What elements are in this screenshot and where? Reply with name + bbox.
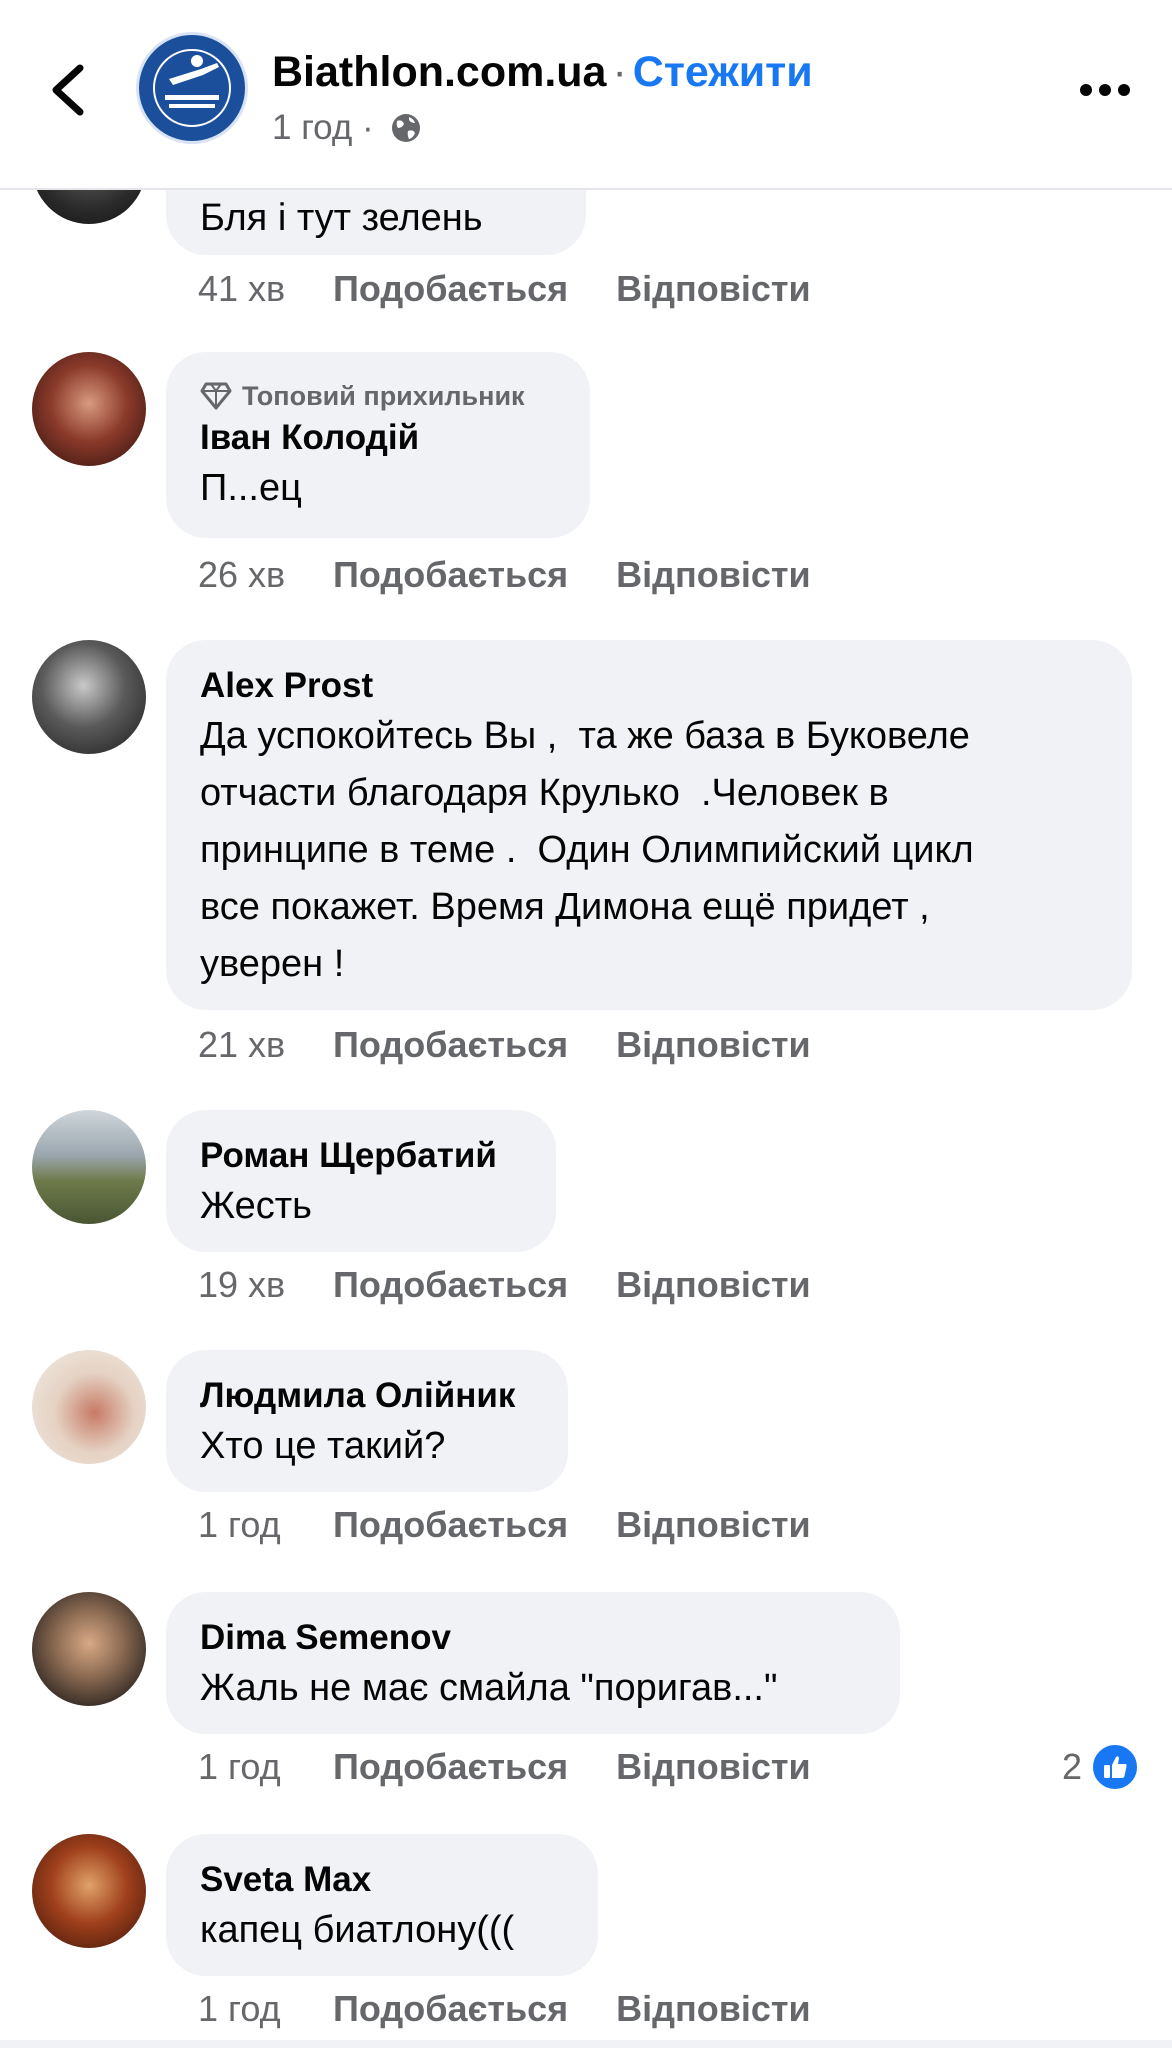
comment-bubble: Людмила Олійник Хто це такий? <box>166 1350 568 1492</box>
comment-text: П...ец <box>200 467 302 509</box>
bottom-divider <box>0 2040 1172 2048</box>
meta-separator: · <box>362 108 374 147</box>
comment-time[interactable]: 1 год <box>198 1746 333 1788</box>
reply-button[interactable]: Відповісти <box>616 1746 811 1788</box>
back-button[interactable] <box>44 62 94 118</box>
comment-actions: 1 год Подобається Відповісти <box>198 1988 859 2032</box>
comment-time[interactable]: 21 хв <box>198 1024 333 1066</box>
comment-text: капец биатлону((( <box>200 1909 515 1951</box>
more-dots-icon <box>1080 84 1130 96</box>
reaction-count: 2 <box>1061 1746 1082 1787</box>
globe-icon <box>389 111 423 154</box>
comment-actions: 1 год Подобається Відповісти <box>198 1504 859 1548</box>
like-button[interactable]: Подобається <box>333 1264 568 1306</box>
post-meta: 1 год · <box>272 108 423 154</box>
like-button[interactable]: Подобається <box>333 1988 568 2030</box>
comment-time[interactable]: 19 хв <box>198 1264 333 1306</box>
comment-author[interactable]: Людмила Олійник <box>200 1374 534 1418</box>
page-title[interactable]: Biathlon.com.ua <box>272 48 606 96</box>
avatar[interactable] <box>32 640 146 754</box>
ukrainian-biathlon-logo <box>147 43 237 133</box>
comment-time[interactable]: 26 хв <box>198 554 333 596</box>
comment-author[interactable]: Sveta Max <box>200 1858 564 1902</box>
like-button[interactable]: Подобається <box>333 1504 568 1546</box>
avatar[interactable] <box>32 1110 146 1224</box>
comment-author[interactable]: Іван Колодій <box>200 416 556 460</box>
reply-button[interactable]: Відповісти <box>616 1024 811 1066</box>
reply-button[interactable]: Відповісти <box>616 1264 811 1306</box>
comment-actions: 21 хв Подобається Відповісти <box>198 1024 859 1068</box>
comment-bubble: Dima Semenov Жаль не має смайла "поригав… <box>166 1592 900 1734</box>
follow-button[interactable]: Стежити <box>633 48 813 96</box>
more-options-button[interactable] <box>1078 78 1132 102</box>
comment-bubble: Alex Prost Да успокойтесь Вы , та же баз… <box>166 640 1132 1010</box>
comment-text: Жесть <box>200 1185 312 1227</box>
reply-button[interactable]: Відповісти <box>616 554 811 596</box>
avatar[interactable] <box>32 352 146 466</box>
comment-actions: 26 хв Подобається Відповісти <box>198 554 859 598</box>
top-fan-badge: Топовий прихильник <box>200 376 556 416</box>
diamond-icon <box>200 382 232 410</box>
thumbs-up-icon <box>1090 1742 1140 1792</box>
reply-button[interactable]: Відповісти <box>616 1988 811 2030</box>
comment-author[interactable]: Alex Prost <box>200 664 1098 708</box>
comment-author[interactable]: Роман Щербатий <box>200 1134 522 1178</box>
page-title-row: Biathlon.com.ua · Стежити <box>272 48 813 104</box>
comment-bubble: Sveta Max капец биатлону((( <box>166 1834 598 1976</box>
title-separator: · <box>612 48 627 96</box>
like-button[interactable]: Подобається <box>333 268 568 310</box>
comment-actions: 1 год Подобається Відповісти <box>198 1746 859 1790</box>
chevron-left-icon <box>52 64 84 116</box>
comment-time[interactable]: 1 год <box>198 1504 333 1546</box>
comment-actions: 41 хв Подобається Відповісти <box>198 268 859 312</box>
avatar[interactable] <box>32 1350 146 1464</box>
comment-bubble: Топовий прихильник Іван Колодій П...ец <box>166 352 590 538</box>
comment-actions: 19 хв Подобається Відповісти <box>198 1264 859 1308</box>
comment-text: Жаль не має смайла "поригав..." <box>200 1667 778 1709</box>
avatar[interactable] <box>32 1592 146 1706</box>
reply-button[interactable]: Відповісти <box>616 1504 811 1546</box>
page-logo[interactable] <box>136 32 248 144</box>
comment-author[interactable]: Dima Semenov <box>200 1616 866 1660</box>
comment-time[interactable]: 41 хв <box>198 268 333 310</box>
badge-label: Топовий прихильник <box>242 380 525 411</box>
reaction-summary[interactable]: 2 <box>1062 1742 1140 1792</box>
comment-text: Да успокойтесь Вы , та же база в Буковел… <box>200 715 974 985</box>
comment-bubble: Роман Щербатий Жесть <box>166 1110 556 1252</box>
like-button[interactable]: Подобається <box>333 1746 568 1788</box>
like-button[interactable]: Подобається <box>333 1024 568 1066</box>
post-header: Biathlon.com.ua · Стежити 1 год · <box>0 0 1172 190</box>
avatar[interactable] <box>32 1834 146 1948</box>
like-button[interactable]: Подобається <box>333 554 568 596</box>
comment-time[interactable]: 1 год <box>198 1988 333 2030</box>
comment-text: Хто це такий? <box>200 1425 446 1467</box>
comment-text: Бля і тут зелень <box>200 197 483 239</box>
reply-button[interactable]: Відповісти <box>616 268 811 310</box>
post-time[interactable]: 1 год <box>272 108 352 147</box>
